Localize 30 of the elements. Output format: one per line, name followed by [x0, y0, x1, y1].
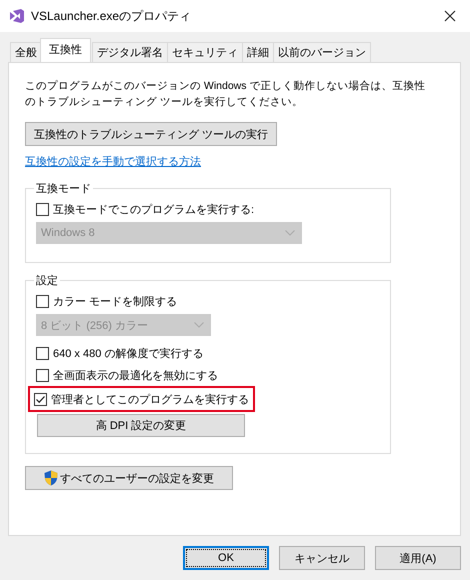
dpi-settings-button[interactable]: 高 DPI 設定の変更 — [37, 414, 245, 437]
checkbox[interactable] — [36, 294, 49, 308]
troubleshoot-button[interactable]: 互換性のトラブルシューティング ツールの実行 — [25, 122, 278, 146]
checkbox[interactable] — [34, 392, 47, 406]
group-title: 設定 — [35, 274, 59, 288]
checkbox-label[interactable]: 管理者としてこのプログラムを実行する — [51, 392, 249, 406]
shield-icon — [44, 470, 58, 486]
dialog-button[interactable]: OK — [183, 546, 269, 570]
checkbox[interactable] — [36, 202, 49, 216]
window-title: VSLauncher.exeのプロパティ — [31, 8, 192, 24]
tab[interactable]: 全般 — [10, 42, 42, 62]
app-icon — [9, 8, 25, 24]
chevron-down-icon — [194, 322, 204, 328]
checkbox-label[interactable]: 640 x 480 の解像度で実行する — [53, 346, 204, 360]
tab[interactable]: 以前のバージョン — [273, 42, 371, 62]
checkbox-label[interactable]: 互換モードでこのプログラムを実行する: — [53, 202, 254, 216]
checkbox[interactable] — [36, 346, 49, 360]
description-text: このプログラムがこのバージョンの Windows で正しく動作しない場合は、互換性のトラブルシューティング ツールを実行してください。 — [25, 79, 426, 110]
chevron-down-icon — [285, 230, 295, 236]
tab[interactable]: デジタル署名 — [92, 42, 168, 62]
all-users-button[interactable]: すべてのユーザーの設定を変更 — [25, 466, 233, 490]
checkbox-label[interactable]: 全画面表示の最適化を無効にする — [53, 368, 218, 382]
tab[interactable]: 互換性 — [40, 38, 91, 62]
checkbox-label[interactable]: カラー モードを制限する — [53, 294, 178, 308]
dialog-button[interactable]: 適用(A) — [375, 546, 461, 570]
dialog-button[interactable]: キャンセル — [279, 546, 365, 570]
group-title: 互換モード — [35, 182, 92, 196]
checkbox[interactable] — [36, 368, 49, 382]
help-link[interactable]: 互換性の設定を手動で選択する方法 — [25, 154, 201, 169]
close-icon — [444, 10, 456, 22]
